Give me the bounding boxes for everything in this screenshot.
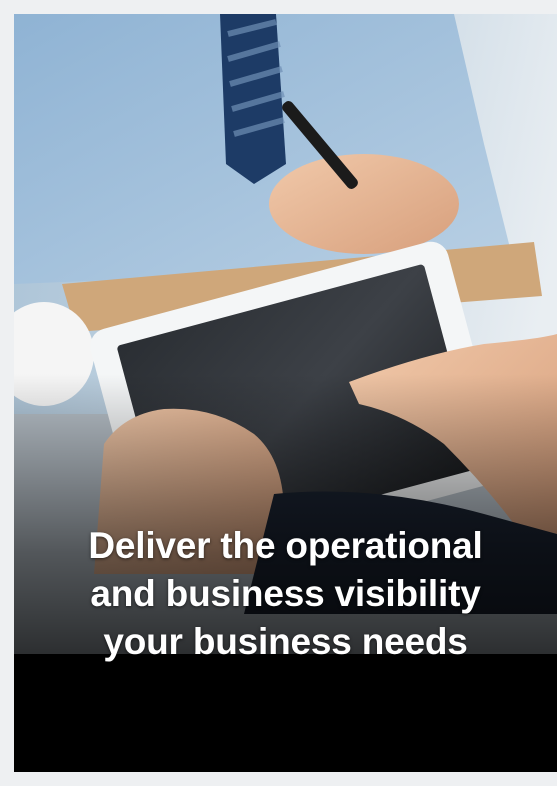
headline-line-2: and business visibility: [90, 573, 481, 614]
headline-line-1: Deliver the operational: [88, 525, 483, 566]
hero-card: Deliver the operational and business vis…: [14, 14, 557, 772]
headline-line-3: your business needs: [103, 621, 468, 662]
hero-headline: Deliver the operational and business vis…: [14, 522, 557, 666]
